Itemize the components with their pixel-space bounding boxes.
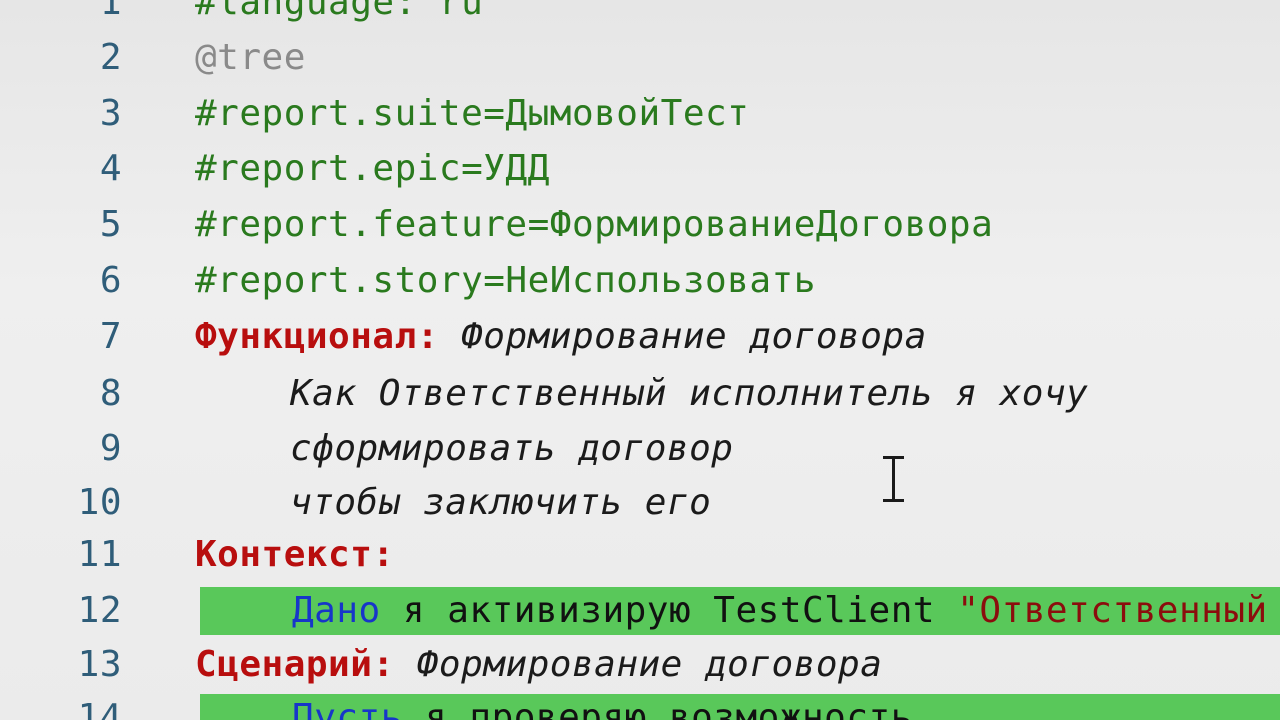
line-text[interactable]: Контекст: — [195, 530, 395, 580]
line-text[interactable]: Сценарий: Формирование договора — [195, 640, 882, 690]
line-text[interactable]: #language: ru — [195, 0, 483, 28]
line-text[interactable]: Дано я активизирую TestClient "Ответстве… — [292, 583, 1268, 639]
code-editor[interactable]: 1 #language: ru 2 @tree 3 #report.suite=… — [0, 0, 1280, 720]
code-line[interactable]: 5 #report.feature=ФормированиеДоговора — [0, 200, 1280, 250]
line-number: 10 — [77, 482, 122, 523]
step-keyword: Дано — [292, 590, 381, 631]
step-string: "Ответственный — [957, 590, 1268, 631]
line-number: 6 — [99, 260, 122, 301]
line-number: 8 — [99, 373, 122, 414]
code-line-highlighted[interactable]: 12 Дано я активизирую TestClient "Ответс… — [0, 583, 1280, 639]
line-number: 2 — [99, 37, 122, 78]
line-text[interactable]: сформировать договор — [290, 424, 733, 474]
line-number: 14 — [77, 697, 122, 720]
line-number: 11 — [77, 534, 122, 575]
line-number: 12 — [77, 590, 122, 631]
line-text[interactable]: Пусть я проверяю возможность — [292, 690, 913, 720]
line-text[interactable]: чтобы заключить его — [290, 478, 711, 528]
feature-title: Формирование договора — [438, 316, 927, 357]
gherkin-keyword: Контекст: — [195, 534, 395, 575]
line-text[interactable]: Как Ответственный исполнитель я хочу — [290, 369, 1088, 419]
step-keyword: Пусть — [292, 697, 403, 720]
code-line[interactable]: 11 Контекст: — [0, 530, 1280, 580]
line-text[interactable]: #report.suite=ДымовойТест — [195, 89, 749, 139]
scenario-title: Формирование договора — [394, 644, 883, 685]
line-text[interactable]: @tree — [195, 33, 306, 83]
line-number: 3 — [99, 93, 122, 134]
code-line[interactable]: 7 Функционал: Формирование договора — [0, 312, 1280, 362]
gherkin-keyword: Функционал: — [195, 316, 439, 357]
line-number: 1 — [99, 0, 122, 23]
step-text: я активизирую TestClient — [380, 590, 958, 631]
step-text: я проверяю возможность — [402, 697, 913, 720]
line-text[interactable]: #report.feature=ФормированиеДоговора — [195, 200, 993, 250]
line-text[interactable]: #report.story=НеИспользовать — [195, 256, 816, 306]
code-line[interactable]: 4 #report.epic=УДД — [0, 144, 1280, 194]
line-number: 7 — [99, 316, 122, 357]
line-text[interactable]: Функционал: Формирование договора — [195, 312, 927, 362]
line-number: 13 — [77, 644, 122, 685]
code-line-highlighted[interactable]: 14 Пусть я проверяю возможность — [0, 690, 1280, 720]
code-line[interactable]: 6 #report.story=НеИспользовать — [0, 256, 1280, 306]
code-line[interactable]: 8 Как Ответственный исполнитель я хочу — [0, 369, 1280, 419]
code-line[interactable]: 2 @tree — [0, 33, 1280, 83]
code-line[interactable]: 1 #language: ru — [0, 0, 1280, 28]
code-line[interactable]: 10 чтобы заключить его — [0, 478, 1280, 528]
line-number: 9 — [99, 428, 122, 469]
text-cursor-icon — [883, 456, 905, 502]
line-number: 4 — [99, 148, 122, 189]
line-number: 5 — [99, 204, 122, 245]
line-text[interactable]: #report.epic=УДД — [195, 144, 550, 194]
code-line[interactable]: 9 сформировать договор — [0, 424, 1280, 474]
code-line[interactable]: 13 Сценарий: Формирование договора — [0, 640, 1280, 690]
code-line[interactable]: 3 #report.suite=ДымовойТест — [0, 89, 1280, 139]
gherkin-keyword: Сценарий: — [195, 644, 395, 685]
